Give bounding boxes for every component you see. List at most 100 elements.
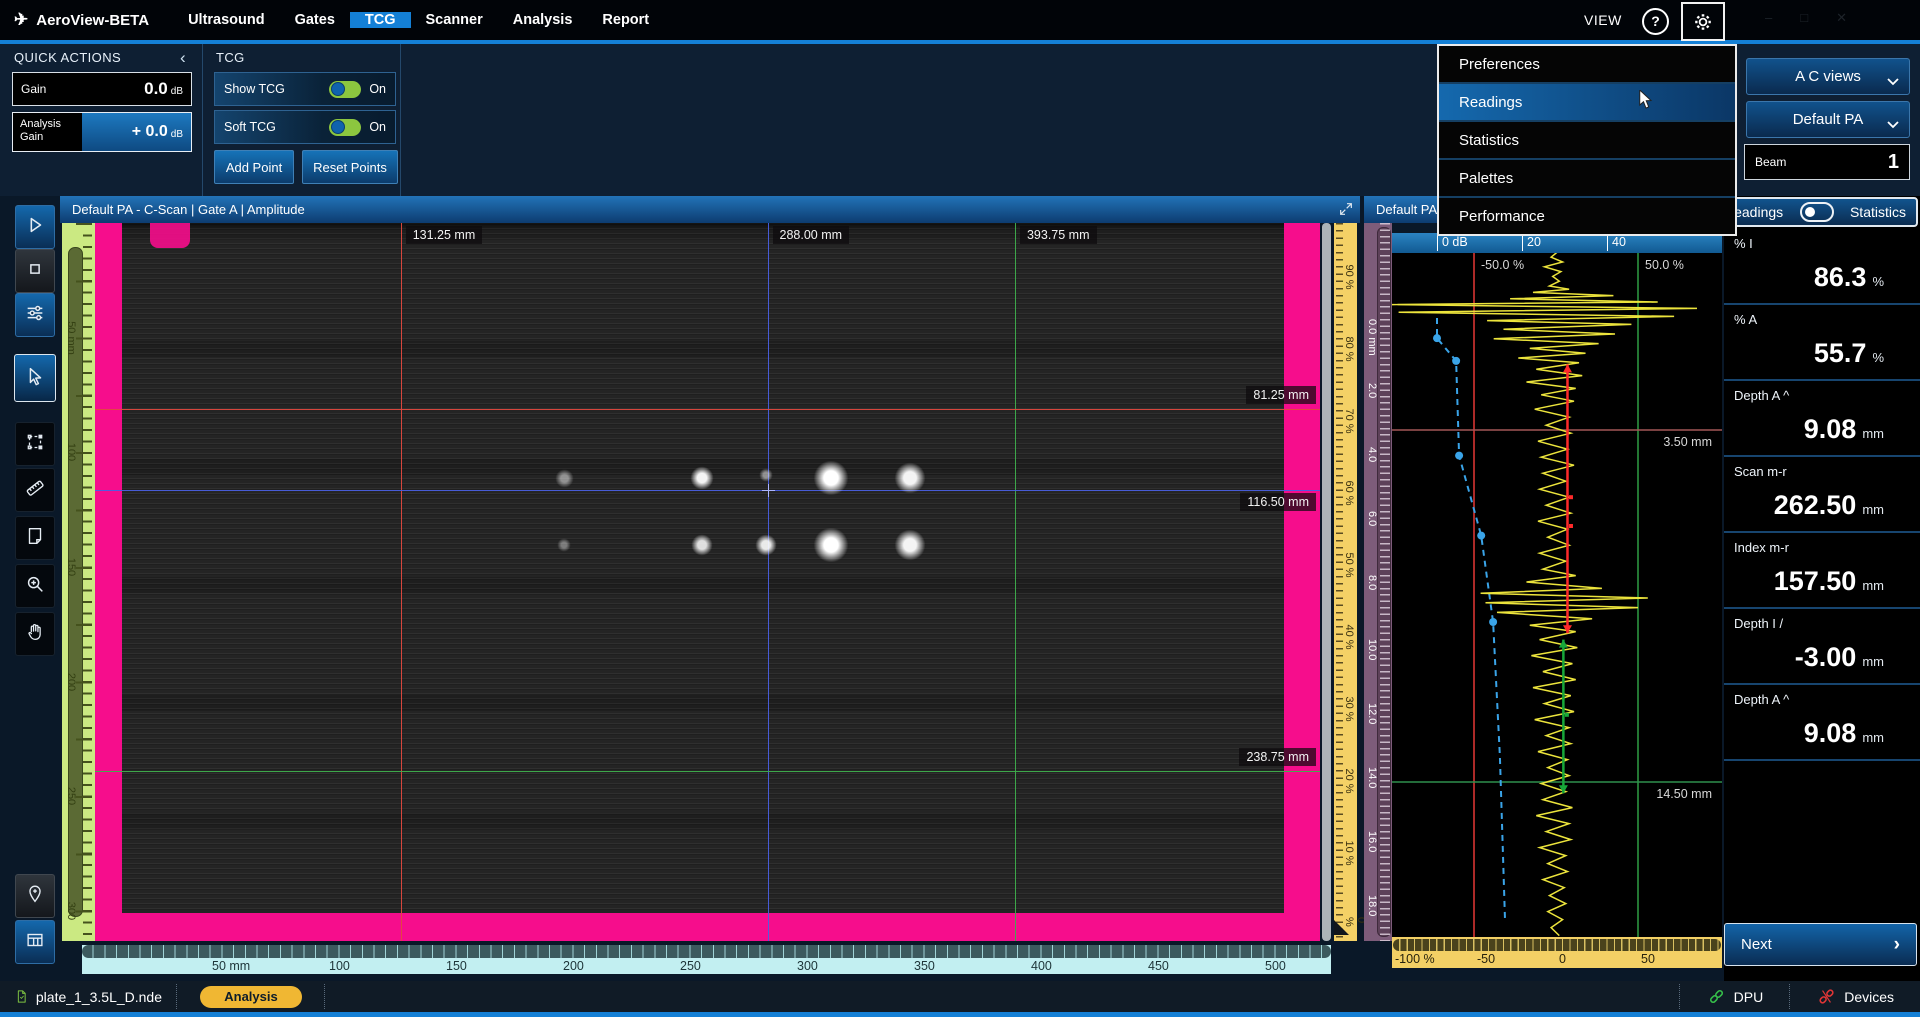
index-ruler-label: 150 bbox=[446, 959, 467, 973]
tcg-panel-title: TCG bbox=[216, 50, 245, 65]
menu-item-tcg[interactable]: TCG bbox=[350, 12, 411, 28]
ruler-ticks bbox=[82, 945, 1331, 958]
statistics-tab[interactable]: Statistics bbox=[1850, 204, 1906, 220]
view-menu-item-preferences[interactable]: Preferences bbox=[1439, 46, 1735, 82]
mouse-cursor bbox=[1637, 90, 1655, 115]
gain-value: 0.0 bbox=[144, 79, 168, 99]
depth-cursor-label: 14.50 mm bbox=[1656, 787, 1712, 801]
pan-tool-button[interactable] bbox=[15, 612, 55, 656]
amp-ruler-label: 50 bbox=[1641, 952, 1655, 966]
reading-tile: Depth I /-3.00mm bbox=[1724, 609, 1920, 685]
menu-item-ultrasound[interactable]: Ultrasound bbox=[173, 12, 280, 28]
menu-item-analysis[interactable]: Analysis bbox=[498, 12, 588, 28]
defect-indication bbox=[813, 527, 849, 563]
cscan-amplitude-patch bbox=[150, 223, 190, 248]
toggle-switch[interactable] bbox=[329, 81, 361, 98]
group-selector-dropdown[interactable]: Default PA bbox=[1746, 101, 1910, 138]
view-menu-item-readings[interactable]: Readings bbox=[1439, 82, 1735, 120]
view-menu-item-performance[interactable]: Performance bbox=[1439, 196, 1735, 234]
view-menu-item-palettes[interactable]: Palettes bbox=[1439, 158, 1735, 196]
defect-indication bbox=[813, 460, 849, 496]
amplitude-ruler-label: 20 % bbox=[1343, 768, 1355, 793]
menu-item-report[interactable]: Report bbox=[587, 12, 664, 28]
chevron-left-icon[interactable]: ‹ bbox=[180, 48, 186, 68]
beam-value: 1 bbox=[1888, 151, 1899, 174]
stop-tool-button[interactable] bbox=[15, 249, 55, 293]
cscan-vertical-cursor[interactable] bbox=[401, 223, 402, 941]
defect-indication bbox=[555, 469, 574, 488]
cscan-title: Default PA - C-Scan | Gate A | Amplitude bbox=[60, 196, 1360, 223]
readings-statistics-switch[interactable]: Readings Statistics bbox=[1712, 197, 1918, 227]
ascan-amplitude-ruler[interactable]: -100 %-50050 bbox=[1392, 937, 1722, 968]
window-controls: –□✕ bbox=[1765, 10, 1847, 26]
cscan-index-ruler[interactable]: 50 mm100150200250300350400450500 bbox=[82, 945, 1331, 974]
note-tool-button[interactable] bbox=[15, 516, 55, 560]
cscan-vertical-cursor[interactable] bbox=[768, 223, 769, 941]
cscan-scan-ruler[interactable]: 50 mm100150200250300 bbox=[62, 223, 95, 941]
cscan-horizontal-cursor[interactable] bbox=[95, 771, 1320, 772]
amp-ruler-label: 0 bbox=[1559, 952, 1566, 966]
toggle-row-soft-tcg[interactable]: Soft TCGOn bbox=[214, 110, 396, 144]
analysis-gain-field[interactable]: Analysis Gain + 0.0 dB bbox=[12, 112, 192, 152]
gain-field[interactable]: Gain 0.0 dB bbox=[12, 72, 192, 106]
reading-unit: % bbox=[1872, 274, 1884, 289]
view-selector-dropdown[interactable]: A C views bbox=[1746, 58, 1910, 95]
cscan-vertical-cursor[interactable] bbox=[1015, 223, 1016, 941]
menu-item-scanner[interactable]: Scanner bbox=[411, 12, 498, 28]
index-ruler-label: 500 bbox=[1265, 959, 1286, 973]
analysis-gain-label: Analysis Gain bbox=[13, 113, 82, 151]
devices-status[interactable]: Devices bbox=[1791, 987, 1920, 1006]
toggle-switch[interactable] bbox=[329, 119, 361, 136]
toggle-row-show-tcg[interactable]: Show TCGOn bbox=[214, 72, 396, 106]
divider bbox=[400, 44, 401, 196]
depth-ruler-label: 18.0 bbox=[1366, 895, 1378, 916]
ascan-plot[interactable]: -50.0 %50.0 %3.50 mm14.50 mm bbox=[1392, 253, 1722, 937]
reading-label: % A bbox=[1734, 312, 1757, 327]
grid-tool-button[interactable] bbox=[15, 920, 55, 964]
reading-value-row: 9.08mm bbox=[1804, 718, 1884, 749]
cscan-data-area[interactable] bbox=[122, 223, 1284, 913]
help-icon[interactable]: ? bbox=[1642, 8, 1669, 35]
analysis-gain-unit: dB bbox=[171, 129, 183, 140]
menu-item-gates[interactable]: Gates bbox=[280, 12, 350, 28]
amplitude-ruler-label: 10 % bbox=[1343, 840, 1355, 865]
ascan-depth-ruler[interactable]: 0.0 mm2.04.06.08.010.012.014.016.018.0 bbox=[1364, 223, 1392, 941]
pointer-tool-button[interactable] bbox=[14, 354, 56, 402]
app-title: AeroView-BETA bbox=[36, 12, 149, 29]
analysis-mode-badge[interactable]: Analysis bbox=[200, 986, 302, 1008]
zoom-tool-button[interactable] bbox=[15, 564, 55, 608]
cscan-image[interactable]: 131.25 mm288.00 mm393.75 mm81.25 mm116.5… bbox=[95, 223, 1320, 941]
reset-points-button[interactable]: Reset Points bbox=[302, 150, 398, 184]
db-ruler-label: 40 bbox=[1607, 234, 1626, 251]
reading-unit: mm bbox=[1862, 654, 1884, 669]
reading-unit: mm bbox=[1862, 502, 1884, 517]
pin-icon bbox=[24, 883, 46, 910]
tcg-point bbox=[1452, 357, 1460, 365]
view-menu-item-statistics[interactable]: Statistics bbox=[1439, 120, 1735, 158]
reading-value: -3.00 bbox=[1795, 642, 1857, 673]
toggle-icon[interactable] bbox=[1800, 202, 1834, 222]
reading-tile: Scan m-r262.50mm bbox=[1724, 457, 1920, 533]
expand-icon[interactable] bbox=[1338, 201, 1354, 217]
next-button[interactable]: Next › bbox=[1724, 923, 1917, 966]
play-tool-button[interactable] bbox=[15, 205, 55, 249]
cscan-amplitude-ruler[interactable]: 90 %80 %70 %60 %50 %40 %30 %20 %10 %0 % bbox=[1334, 223, 1357, 941]
view-menu-button[interactable]: VIEW bbox=[1584, 12, 1622, 28]
marquee-tool-button[interactable] bbox=[15, 422, 55, 466]
add-point-button[interactable]: Add Point bbox=[214, 150, 294, 184]
cscan-horizontal-cursor[interactable] bbox=[95, 409, 1320, 410]
cursor-value-label: 81.25 mm bbox=[1246, 386, 1316, 404]
open-file[interactable]: plate_1_3.5L_D.nde bbox=[0, 988, 176, 1005]
amp-ruler-label: -50 bbox=[1477, 952, 1495, 966]
beam-field[interactable]: Beam 1 bbox=[1744, 144, 1910, 180]
scrollbar-vertical[interactable] bbox=[1322, 223, 1331, 941]
dpu-status[interactable]: DPU bbox=[1681, 987, 1790, 1006]
ruler-tool-button[interactable] bbox=[15, 468, 55, 512]
pin-tool-button[interactable] bbox=[15, 874, 55, 918]
reading-tile: Depth A ^9.08mm bbox=[1724, 381, 1920, 457]
analysis-gain-value-field[interactable]: + 0.0 dB bbox=[82, 113, 191, 151]
tune-tool-button[interactable] bbox=[15, 293, 55, 337]
gear-icon[interactable] bbox=[1681, 2, 1725, 41]
ascan-db-ruler[interactable]: 0 dB2040 bbox=[1392, 233, 1722, 253]
cscan-horizontal-cursor[interactable] bbox=[95, 490, 1320, 491]
